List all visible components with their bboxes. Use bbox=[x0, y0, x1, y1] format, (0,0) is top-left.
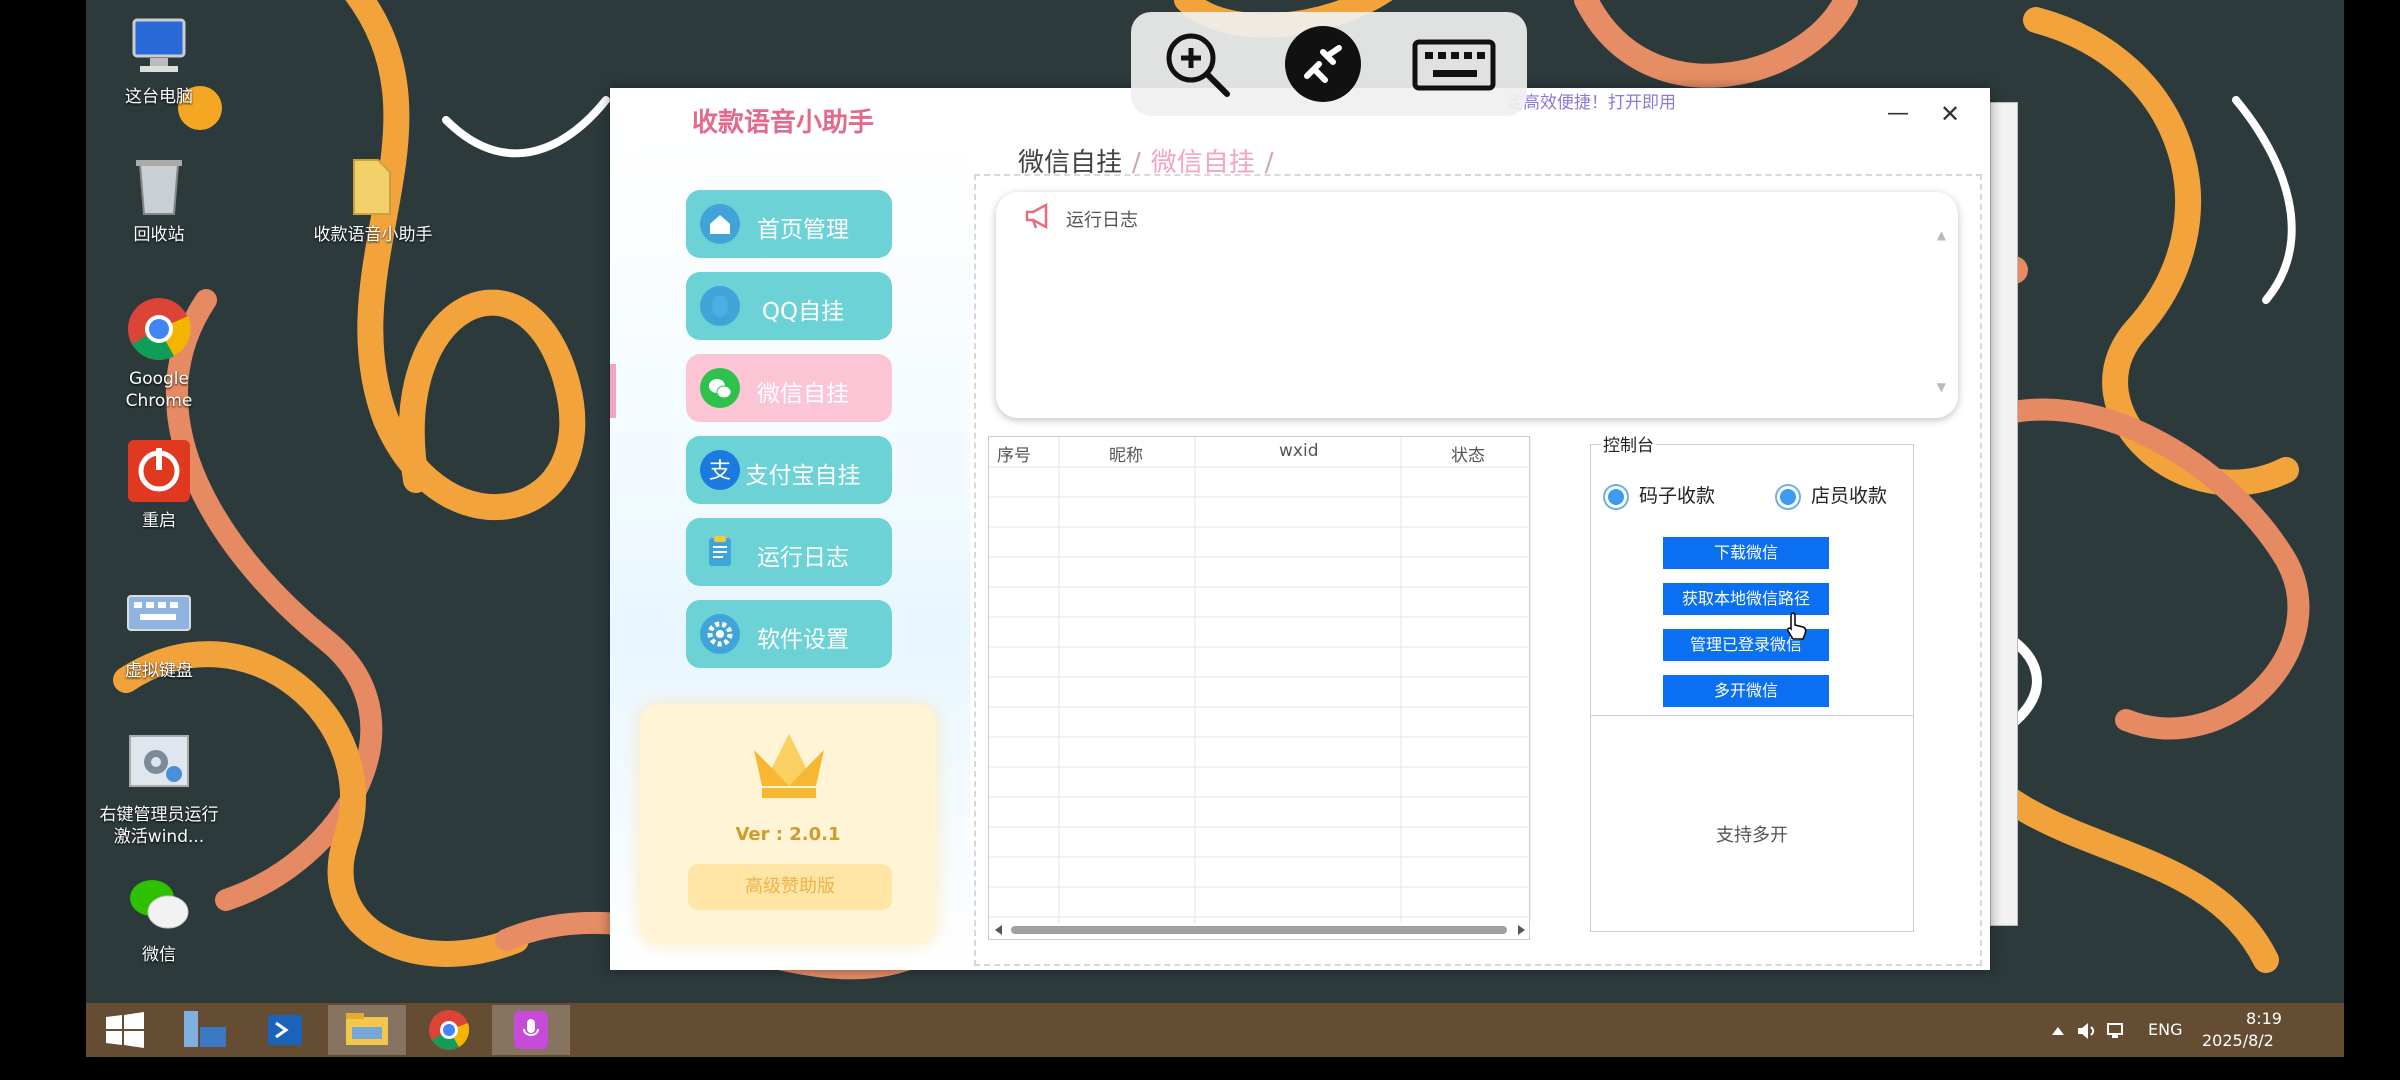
content-panel: 运行日志 ▲ ▼ 序号 昵称 wxid 状态 控制台 码子收款 店员收款 下载微… bbox=[974, 174, 1982, 966]
premium-button[interactable]: 高级赞助版 bbox=[688, 864, 892, 910]
active-nav-marker bbox=[610, 364, 616, 418]
windows-start-icon[interactable] bbox=[86, 1005, 164, 1055]
desktop-icon-label: 重启 bbox=[142, 511, 176, 531]
desktop-icon-label: Google Chrome bbox=[125, 369, 193, 411]
radio-label: 码子收款 bbox=[1639, 485, 1716, 507]
close-button[interactable]: ✕ bbox=[1930, 96, 1970, 132]
wechat-icon bbox=[126, 872, 192, 938]
table-grid bbox=[989, 437, 1531, 923]
nav-label: 软件设置 bbox=[757, 627, 849, 653]
nav-label: 运行日志 bbox=[757, 545, 849, 571]
desktop-icon-activator[interactable]: 右键管理员运行激活wind... bbox=[94, 732, 224, 848]
file-explorer-icon[interactable] bbox=[328, 1005, 406, 1055]
nav-alipay[interactable]: 支 支付宝自挂 bbox=[686, 436, 892, 504]
desktop-icon-this-pc[interactable]: 这台电脑 bbox=[94, 14, 224, 108]
col-header-status[interactable]: 状态 bbox=[1451, 441, 1485, 466]
radio-label: 店员收款 bbox=[1811, 485, 1888, 507]
nav-label: 支付宝自挂 bbox=[745, 463, 861, 489]
screen: 这台电脑 回收站 收款语音小助手 Google Chrome 重启 虚拟键盘 右… bbox=[0, 0, 2400, 1080]
hand-cursor-icon bbox=[1787, 612, 1807, 640]
scroll-down-icon[interactable]: ▼ bbox=[1937, 380, 1946, 394]
system-tray: ENG 8:19 2025/8/2 bbox=[2044, 1003, 2344, 1057]
radio-checked-icon bbox=[1603, 483, 1629, 510]
version-text: Ver : 2.0.1 bbox=[735, 824, 841, 845]
megaphone-icon bbox=[1025, 202, 1048, 230]
nav-label: QQ自挂 bbox=[761, 299, 845, 325]
log-title: 运行日志 bbox=[1066, 210, 1138, 231]
desktop-icon-wechat[interactable]: 微信 bbox=[94, 872, 224, 966]
console-panel: 控制台 码子收款 店员收款 下载微信 获取本地微信路径 管理已登录微信 多开微信 bbox=[1590, 431, 1914, 932]
tray-icons[interactable] bbox=[2050, 1021, 2140, 1041]
chrome-icon bbox=[126, 296, 192, 362]
keyboard-icon[interactable] bbox=[1409, 28, 1499, 100]
desktop-icon-label: 微信 bbox=[142, 945, 176, 965]
nav-wechat[interactable]: 微信自挂 bbox=[686, 354, 892, 422]
gear-window-icon bbox=[126, 732, 192, 798]
notice-text: 定高效便捷！打开即用 bbox=[1506, 93, 1676, 113]
desktop-icon-label: 回收站 bbox=[133, 225, 185, 245]
vip-card: Ver : 2.0.1 高级赞助版 bbox=[640, 704, 936, 944]
console-divider bbox=[1591, 715, 1913, 716]
desktop-icon-label: 收款语音小助手 bbox=[313, 225, 433, 245]
minimize-button[interactable]: — bbox=[1878, 96, 1918, 132]
server-manager-icon[interactable] bbox=[166, 1005, 244, 1055]
multi-open-wechat-button[interactable]: 多开微信 bbox=[1663, 675, 1829, 707]
col-header-wxid[interactable]: wxid bbox=[1279, 441, 1318, 461]
keyboard-icon bbox=[126, 588, 192, 654]
radio-checked-icon bbox=[1775, 483, 1801, 510]
nav-home[interactable]: 首页管理 bbox=[686, 190, 892, 258]
clock-date[interactable]: 2025/8/2 bbox=[2202, 1031, 2274, 1050]
podcast-app-icon[interactable] bbox=[492, 1005, 570, 1055]
remote-connect-icon[interactable] bbox=[1285, 26, 1361, 102]
chrome-icon[interactable] bbox=[410, 1005, 488, 1055]
desktop-icon-virtual-keyboard[interactable]: 虚拟键盘 bbox=[94, 588, 224, 682]
download-wechat-button[interactable]: 下载微信 bbox=[1663, 537, 1829, 569]
desktop-icon-app-folder[interactable]: 收款语音小助手 bbox=[308, 152, 438, 246]
nav-settings[interactable]: 软件设置 bbox=[686, 600, 892, 668]
console-title: 控制台 bbox=[1601, 431, 1656, 456]
input-language[interactable]: ENG bbox=[2148, 1020, 2182, 1039]
app-window: 定高效便捷！打开即用 收款语音小助手 — ✕ 首页管理 QQ自挂 微信自挂 支 … bbox=[610, 88, 1990, 970]
col-header-nickname[interactable]: 昵称 bbox=[1109, 441, 1143, 466]
desktop-icon-chrome[interactable]: Google Chrome bbox=[94, 296, 224, 412]
desktop[interactable]: 这台电脑 回收站 收款语音小助手 Google Chrome 重启 虚拟键盘 右… bbox=[86, 0, 2344, 1003]
horizontal-scrollbar[interactable] bbox=[993, 923, 1527, 937]
col-header-index[interactable]: 序号 bbox=[997, 441, 1031, 466]
remote-toolbar bbox=[1131, 12, 1527, 116]
powershell-icon[interactable] bbox=[246, 1005, 324, 1055]
log-box[interactable]: 运行日志 ▲ ▼ bbox=[996, 192, 1958, 418]
nav-qq[interactable]: QQ自挂 bbox=[686, 272, 892, 340]
account-table[interactable]: 序号 昵称 wxid 状态 bbox=[988, 436, 1531, 940]
desktop-icon-label: 这台电脑 bbox=[125, 87, 193, 107]
radio-clerk-payment[interactable]: 店员收款 bbox=[1775, 481, 1887, 510]
app-title: 收款语音小助手 bbox=[692, 108, 875, 138]
recycle-bin-icon bbox=[126, 152, 192, 218]
background-window-edge bbox=[1990, 102, 2018, 926]
scroll-up-icon[interactable]: ▲ bbox=[1937, 228, 1946, 242]
nav-label: 首页管理 bbox=[757, 217, 849, 243]
nav-label: 微信自挂 bbox=[757, 381, 849, 407]
folder-icon bbox=[340, 152, 406, 218]
computer-icon bbox=[126, 14, 192, 80]
taskbar: ENG 8:19 2025/8/2 bbox=[86, 1003, 2344, 1057]
clock-time[interactable]: 8:19 bbox=[2224, 1009, 2304, 1028]
zoom-in-icon[interactable] bbox=[1161, 28, 1233, 100]
desktop-icon-restart[interactable]: 重启 bbox=[94, 438, 224, 532]
desktop-icon-label: 右键管理员运行激活wind... bbox=[99, 805, 219, 847]
radio-code-payment[interactable]: 码子收款 bbox=[1603, 481, 1715, 510]
nav-run-log[interactable]: 运行日志 bbox=[686, 518, 892, 586]
desktop-icon-label: 虚拟键盘 bbox=[125, 661, 193, 681]
multi-open-text: 支持多开 bbox=[1716, 825, 1788, 846]
power-icon bbox=[126, 438, 192, 504]
desktop-icon-recycle-bin[interactable]: 回收站 bbox=[94, 152, 224, 246]
crown-icon bbox=[754, 734, 824, 798]
